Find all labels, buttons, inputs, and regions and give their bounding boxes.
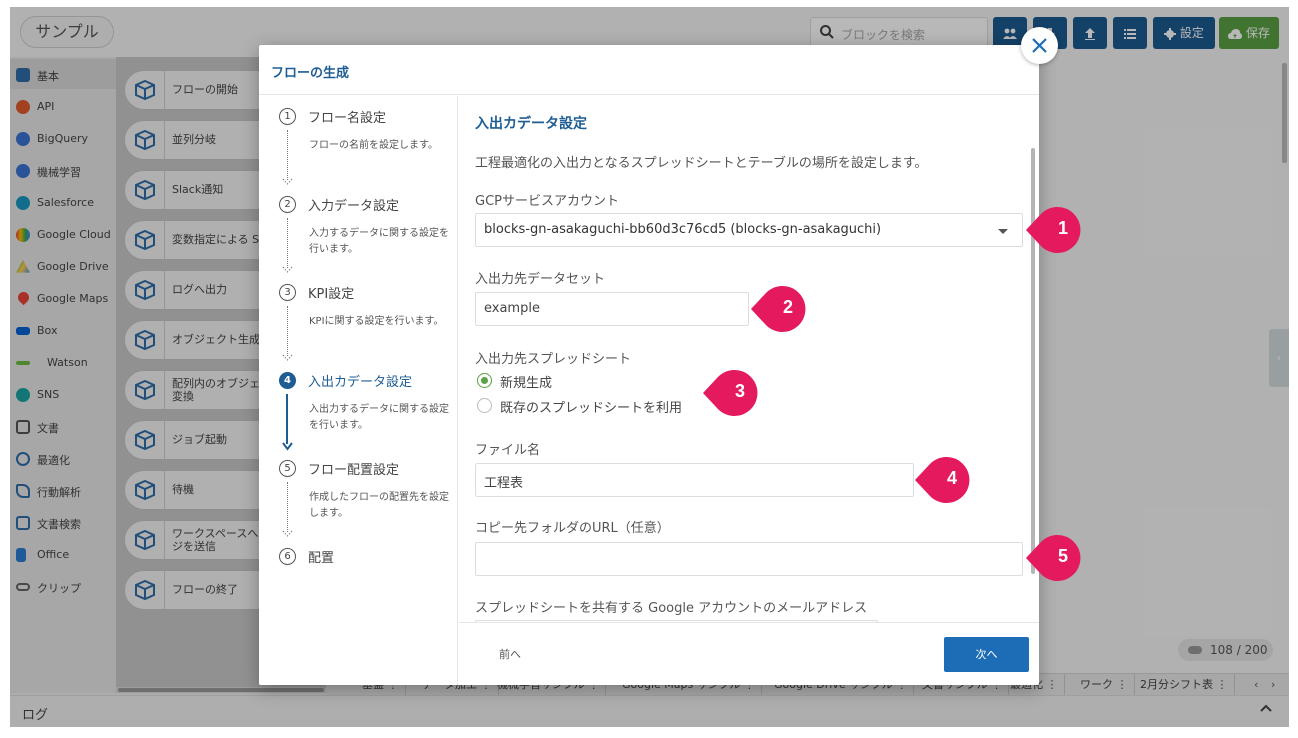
dataset-label: 入出力先データセット bbox=[475, 272, 606, 287]
share-email-label: スプレッドシートを共有する Google アカウントのメールアドレス bbox=[475, 601, 868, 616]
step-connector bbox=[287, 130, 288, 180]
badge-number: 4 bbox=[946, 468, 957, 488]
filename-value: 工程表 bbox=[484, 476, 524, 491]
arrow-down-icon bbox=[282, 266, 293, 273]
caret-down-icon bbox=[998, 229, 1008, 234]
step-title: 入力データ設定 bbox=[308, 199, 400, 214]
badge-number: 5 bbox=[1057, 546, 1068, 566]
step-title: KPI設定 bbox=[308, 287, 355, 302]
radio-checked-icon bbox=[477, 373, 492, 388]
step-connector bbox=[286, 394, 288, 444]
badge-number: 2 bbox=[782, 297, 793, 317]
step-number: 5 bbox=[279, 460, 296, 477]
step-connector bbox=[287, 218, 288, 268]
step-number: 2 bbox=[279, 196, 296, 213]
arrow-down-icon bbox=[282, 178, 293, 185]
step-title: フロー配置設定 bbox=[308, 463, 400, 478]
dialog-header: フローの生成 bbox=[259, 45, 1039, 95]
badge-number: 1 bbox=[1057, 218, 1068, 238]
step-connector bbox=[287, 482, 288, 532]
spreadsheet-label: 入出力先スプレッドシート bbox=[475, 352, 632, 367]
step-description: KPIに関する設定を行います。 bbox=[309, 316, 444, 327]
section-description: 工程最適化の入出力となるスプレッドシートとテーブルの場所を設定します。 bbox=[475, 156, 928, 171]
close-dialog-button[interactable] bbox=[1021, 27, 1058, 64]
badge-number: 3 bbox=[734, 381, 745, 401]
step-description: 入出力するデータに関する設定を行います。 bbox=[309, 404, 449, 431]
flow-generation-dialog: フローの生成 1 フロー名設定 フローの名前を設定します。 2 入力データ設定 … bbox=[259, 45, 1039, 685]
radio-label: 新規生成 bbox=[500, 376, 553, 391]
arrow-down-icon bbox=[282, 530, 293, 537]
annotation-badge-3: 3 bbox=[703, 370, 761, 416]
step-description: 作成したフローの配置先を設定します。 bbox=[309, 492, 449, 519]
prev-button[interactable]: 前へ bbox=[499, 646, 521, 662]
annotation-badge-4: 4 bbox=[915, 457, 973, 503]
arrow-down-icon bbox=[282, 354, 293, 361]
step-number: 6 bbox=[279, 548, 296, 565]
step-number: 4 bbox=[279, 372, 296, 389]
radio-unchecked-icon bbox=[477, 398, 492, 413]
filename-input[interactable]: 工程表 bbox=[475, 463, 914, 497]
step-description: フローの名前を設定します。 bbox=[309, 140, 438, 151]
dataset-value: example bbox=[484, 301, 540, 316]
arrow-down-icon bbox=[282, 442, 293, 451]
step-number: 1 bbox=[279, 108, 296, 125]
dialog-footer: 前へ 次へ bbox=[459, 622, 1039, 685]
filename-label: ファイル名 bbox=[475, 443, 541, 458]
wizard-steps: 1 フロー名設定 フローの名前を設定します。 2 入力データ設定 入力するデータ… bbox=[259, 96, 458, 685]
annotation-badge-1: 1 bbox=[1026, 207, 1084, 253]
step-number: 3 bbox=[279, 284, 296, 301]
dialog-title: フローの生成 bbox=[271, 66, 350, 81]
copy-folder-url-input[interactable] bbox=[475, 542, 1023, 576]
step-title: 入出カデータ設定 bbox=[308, 375, 413, 390]
gcp-account-select[interactable]: blocks-gn-asakaguchi-bb60d3c76cd5 (block… bbox=[475, 213, 1023, 247]
next-button[interactable]: 次へ bbox=[944, 637, 1029, 672]
close-icon bbox=[1032, 38, 1047, 53]
annotation-badge-2: 2 bbox=[751, 286, 809, 332]
gcp-account-value: blocks-gn-asakaguchi-bb60d3c76cd5 (block… bbox=[484, 222, 882, 237]
step-title: 配置 bbox=[308, 551, 335, 566]
gcp-account-label: GCPサービスアカウント bbox=[475, 194, 619, 209]
step-title: フロー名設定 bbox=[308, 111, 387, 126]
copy-folder-label: コピー先フォルダのURL（任意） bbox=[475, 521, 670, 536]
radio-label: 既存のスプレッドシートを利用 bbox=[500, 401, 683, 416]
step-connector bbox=[287, 306, 288, 356]
step-description: 入力するデータに関する設定を行います。 bbox=[309, 228, 449, 255]
section-title: 入出カデータ設定 bbox=[475, 116, 587, 132]
dataset-input[interactable]: example bbox=[475, 292, 749, 326]
dialog-content: 入出カデータ設定 工程最適化の入出力となるスプレッドシートとテーブルの場所を設定… bbox=[459, 96, 1039, 622]
annotation-badge-5: 5 bbox=[1026, 535, 1084, 581]
